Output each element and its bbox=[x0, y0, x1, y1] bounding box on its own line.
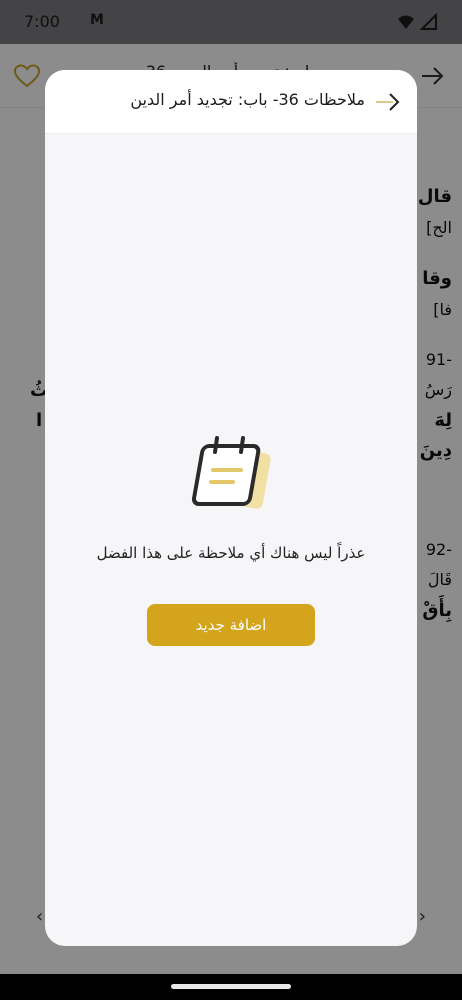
add-note-button[interactable]: اضافة جديد bbox=[147, 604, 315, 646]
empty-state-message: عذراً ليس هناك أي ملاحظة على هذا الفضل bbox=[96, 544, 366, 562]
modal-title: ملاحظات 36- باب: تجديد أمر الدين bbox=[130, 90, 365, 109]
modal-header: ملاحظات 36- باب: تجديد أمر الدين bbox=[45, 70, 417, 134]
notepad-icon bbox=[191, 436, 271, 509]
home-gesture-handle[interactable] bbox=[171, 984, 291, 989]
arrow-right-icon[interactable] bbox=[373, 88, 403, 116]
notes-modal: ملاحظات 36- باب: تجديد أمر الدين عذراً ل… bbox=[45, 70, 417, 946]
navigation-bar bbox=[0, 974, 462, 1000]
